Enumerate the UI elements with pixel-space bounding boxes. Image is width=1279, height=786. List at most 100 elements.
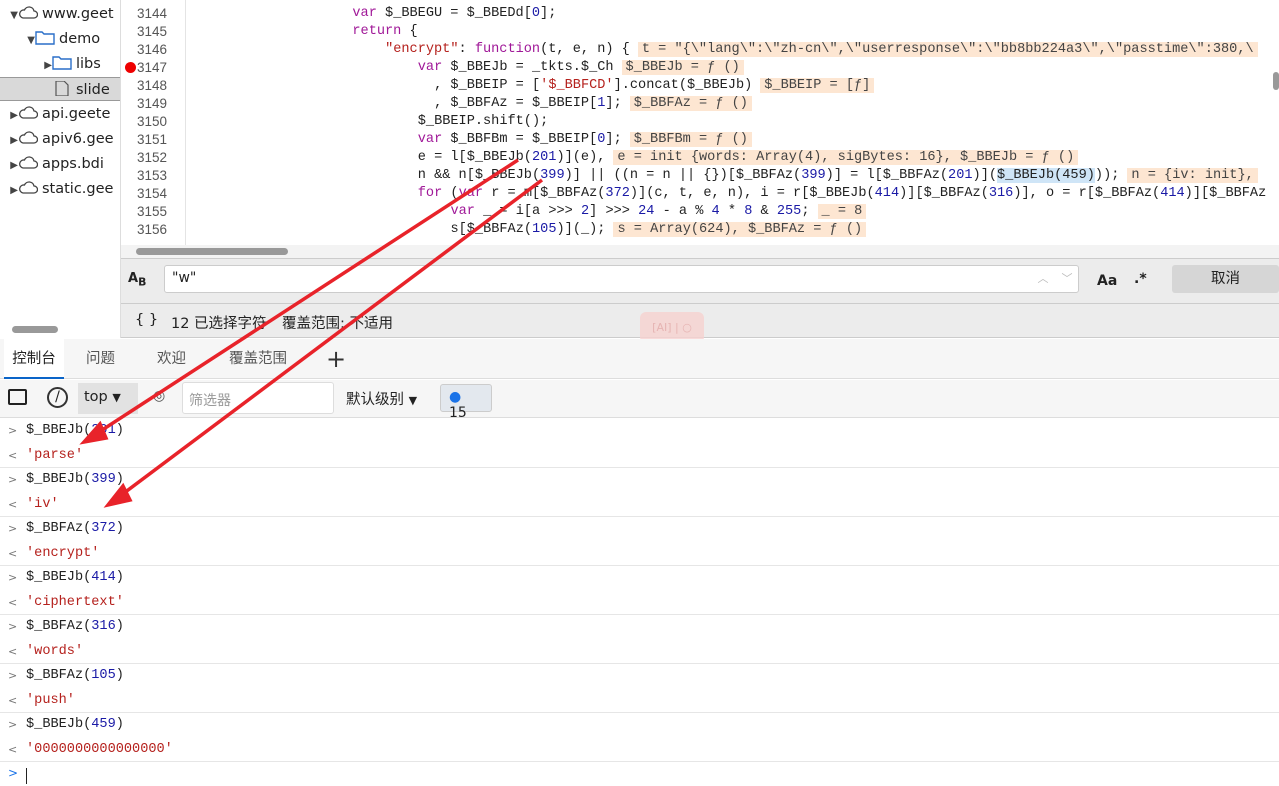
line-number[interactable]: 3153 — [121, 168, 167, 183]
code-text: "encrypt": function(t, e, n) { — [385, 42, 630, 57]
result-arrow-icon: < — [8, 448, 18, 462]
line-number[interactable]: 3154 — [121, 186, 167, 201]
console-result-row: < 'ciphertext' — [0, 591, 1279, 615]
line-number[interactable]: 3148 — [121, 78, 167, 93]
previous-match-icon[interactable]: ︿ — [1031, 265, 1055, 293]
chevron-right-icon[interactable] — [0, 78, 52, 102]
tab-welcome[interactable]: 欢迎 — [157, 339, 186, 379]
code-line: s[$_BBFAz(105)](_); s = Array(624), $_BBF… — [189, 221, 867, 239]
tree-item[interactable]: ▶ apiv6.gee — [0, 127, 114, 153]
tree-item[interactable]: slide — [0, 77, 120, 102]
line-number[interactable]: 3146 — [121, 42, 167, 57]
next-match-icon[interactable]: ﹀ — [1055, 265, 1079, 293]
live-expression-icon[interactable]: ◎ — [153, 388, 165, 404]
chevron-right-icon[interactable]: ▶ — [0, 52, 52, 78]
sidebar-toggle-icon[interactable] — [8, 389, 27, 405]
result-arrow-icon: < — [8, 693, 18, 707]
console-input-row[interactable]: > $_BBEJb(399) — [0, 468, 1279, 493]
line-number[interactable]: 3144 — [121, 6, 167, 21]
tree-item[interactable]: ▶ libs — [0, 52, 101, 76]
inline-value: $_BBEIP = [ƒ] — [760, 78, 875, 93]
tab-coverage[interactable]: 覆盖范围 — [229, 339, 287, 379]
code-line: for (var r = m[$_BBFAz(372)](c, t, e, n)… — [189, 185, 1267, 203]
chevron-right-icon[interactable]: > — [8, 615, 17, 640]
replace-toggle-icon[interactable]: AB — [128, 271, 146, 289]
chevron-right-icon[interactable]: > — [8, 566, 17, 591]
line-number[interactable]: 3156 — [121, 222, 167, 237]
chevron-right-icon[interactable]: > — [8, 468, 17, 493]
tree-item[interactable]: ▶ static.gee — [0, 177, 113, 201]
code-vertical-scrollbar[interactable] — [1273, 72, 1279, 90]
console-prompt[interactable]: > — [0, 762, 1279, 786]
code-line: , $_BBFAz = $_BBEIP[1]; $_BBFAz = ƒ () — [189, 95, 752, 113]
regex-button[interactable]: .* — [1134, 271, 1147, 287]
line-number[interactable]: 3145 — [121, 24, 167, 39]
console-result-row: < 'words' — [0, 640, 1279, 664]
match-case-button[interactable]: Aa — [1097, 273, 1117, 289]
tree-scrollbar[interactable] — [0, 322, 121, 336]
line-number[interactable]: 3147 — [121, 60, 167, 75]
console-input-row[interactable]: > $_BBFAz(316) — [0, 615, 1279, 640]
message-count-badge[interactable]: ● 15 — [440, 384, 492, 421]
tree-item-label: api.geete — [42, 106, 111, 122]
tree-item-label: www.geet — [42, 6, 114, 22]
console-input-row[interactable]: > $_BBEJb(459) — [0, 713, 1279, 738]
line-number[interactable]: 3149 — [121, 96, 167, 111]
log-level-select[interactable]: 默认级别 ▼ — [346, 388, 417, 409]
cancel-button[interactable]: 取消 — [1172, 265, 1279, 293]
console-input-row[interactable]: > $_BBFAz(372) — [0, 517, 1279, 542]
tree-item-label: apps.bdi — [42, 156, 104, 172]
console-toolbar: / top ▼ ◎ 筛选器 默认级别 ▼ ● 15 — [0, 380, 1279, 421]
tree-item[interactable]: ▶ apps.bdi — [0, 152, 104, 176]
code-text: $_BBEIP.shift(); — [417, 114, 549, 129]
console-input: $_BBEJb(459) — [26, 717, 124, 732]
tab-issues[interactable]: 问题 — [86, 339, 115, 379]
selection-info: 12 已选择字符 — [171, 316, 267, 332]
tree-item[interactable]: ▼ demo — [0, 27, 100, 51]
context-select[interactable]: top ▼ — [78, 383, 138, 414]
chevron-right-icon[interactable]: ▶ — [0, 102, 18, 128]
clear-console-icon[interactable]: / — [47, 387, 68, 408]
line-number[interactable]: 3150 — [121, 114, 167, 129]
chevron-right-icon[interactable]: > — [8, 419, 17, 444]
coverage-info: 覆盖范围: 不适用 — [282, 316, 393, 332]
tree-item[interactable]: ▶ api.geete — [0, 102, 110, 126]
add-tab-button[interactable]: + — [326, 339, 346, 379]
chevron-right-icon[interactable]: > — [8, 517, 17, 542]
tree-item[interactable]: ▼ www.geet — [0, 2, 114, 28]
console-result: 'push' — [26, 692, 75, 708]
chevron-right-icon[interactable]: > — [8, 664, 17, 689]
tree-item-label: demo — [59, 31, 101, 47]
code-text: var $_BBEJb = _tkts.$_Ch — [417, 60, 614, 75]
line-number[interactable]: 3155 — [121, 204, 167, 219]
code-line: var $_BBEGU = $_BBEDd[0]; — [189, 5, 556, 23]
chevron-down-icon[interactable]: ▼ — [0, 2, 18, 28]
console-input-row[interactable]: > $_BBEJb(201) — [0, 419, 1279, 444]
code-editor[interactable]: 3144 var $_BBEGU = $_BBEDd[0]; 3145 return … — [121, 0, 1279, 258]
console-result-row: < 'parse' — [0, 444, 1279, 468]
console-result-row: < 'encrypt' — [0, 542, 1279, 566]
console-input-row[interactable]: > $_BBFAz(105) — [0, 664, 1279, 689]
tab-console[interactable]: 控制台 — [4, 339, 64, 379]
gutter-divider — [185, 0, 186, 245]
tree-item-label: apiv6.gee — [42, 131, 114, 147]
chevron-down-icon[interactable]: ▼ — [0, 27, 35, 53]
line-number[interactable]: 3152 — [121, 150, 167, 165]
filter-input[interactable]: 筛选器 — [182, 382, 334, 414]
code-line: var $_BBFBm = $_BBEIP[0]; $_BBFBm = ƒ () — [189, 131, 752, 149]
file-icon — [52, 81, 76, 98]
chevron-right-icon[interactable]: ▶ — [0, 152, 18, 178]
chevron-right-icon[interactable]: ▶ — [0, 127, 18, 153]
message-icon: ● — [449, 389, 462, 405]
chevron-right-icon[interactable]: > — [8, 713, 17, 738]
console-input-row[interactable]: > $_BBEJb(414) — [0, 566, 1279, 591]
pretty-print-button[interactable]: { } — [135, 312, 158, 328]
console-result: 'ciphertext' — [26, 594, 124, 610]
tree-item-label: slide — [76, 82, 110, 98]
line-number[interactable]: 3151 — [121, 132, 167, 147]
search-input[interactable]: "w" — [164, 265, 1079, 293]
console-output[interactable]: > $_BBEJb(201) < 'parse' > $_BBEJb(399) < 'iv' >… — [0, 419, 1279, 786]
chevron-right-icon[interactable]: ▶ — [0, 177, 18, 203]
cloud-icon — [18, 131, 42, 147]
code-horizontal-scrollbar[interactable] — [121, 245, 1279, 258]
